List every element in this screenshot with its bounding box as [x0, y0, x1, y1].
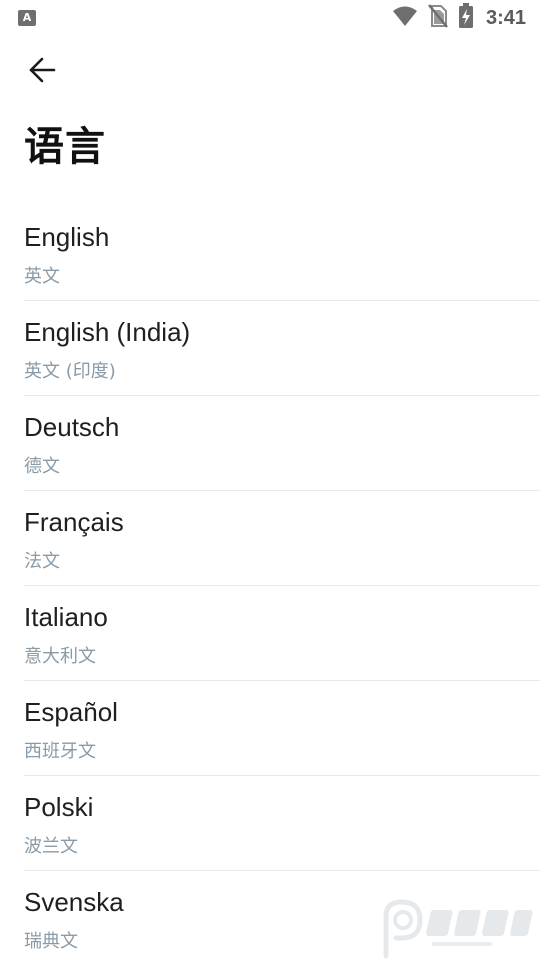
- status-bar: A 3:41: [0, 0, 540, 36]
- language-item-espanol[interactable]: Español 西班牙文: [24, 681, 540, 776]
- language-item-deutsch[interactable]: Deutsch 德文: [24, 396, 540, 491]
- font-a-icon: A: [18, 10, 36, 26]
- status-time: 3:41: [485, 6, 526, 29]
- jingpin-logo-icon: [383, 899, 533, 959]
- language-name: English (India): [24, 317, 191, 347]
- back-button[interactable]: [20, 52, 64, 92]
- language-settings-screen: A 3:41 语言 English 英文 English (India) 英文 …: [0, 0, 540, 960]
- language-native-name: 德文: [24, 456, 60, 477]
- language-item-francais[interactable]: Français 法文: [24, 491, 540, 586]
- back-arrow-icon: [27, 55, 57, 89]
- language-item-english[interactable]: English 英文: [24, 206, 540, 301]
- language-list: English 英文 English (India) 英文 (印度) Deuts…: [24, 206, 540, 960]
- language-item-italiano[interactable]: Italiano 意大利文: [24, 586, 540, 681]
- language-native-name: 西班牙文: [24, 741, 96, 762]
- language-name: Deutsch: [24, 412, 120, 442]
- language-name: Polski: [24, 792, 94, 822]
- language-name: English: [24, 222, 110, 252]
- language-native-name: 意大利文: [24, 646, 96, 667]
- page-title: 语言: [24, 124, 106, 170]
- wifi-icon: [392, 5, 418, 31]
- language-item-english-india[interactable]: English (India) 英文 (印度): [24, 301, 540, 396]
- language-item-polski[interactable]: Polski 波兰文: [24, 776, 540, 871]
- language-native-name: 瑞典文: [24, 931, 78, 952]
- language-native-name: 法文: [24, 551, 60, 572]
- language-name: Español: [24, 697, 118, 727]
- language-name: Italiano: [24, 602, 108, 632]
- language-native-name: 英文: [24, 266, 60, 287]
- battery-charging-icon: [458, 3, 474, 33]
- language-name: Svenska: [24, 887, 124, 917]
- language-name: Français: [24, 507, 124, 537]
- status-icons: 3:41: [392, 3, 526, 33]
- no-sim-icon: [428, 4, 448, 32]
- watermark-logo: [372, 896, 540, 960]
- language-native-name: 波兰文: [24, 836, 78, 857]
- language-native-name: 英文 (印度): [24, 361, 116, 382]
